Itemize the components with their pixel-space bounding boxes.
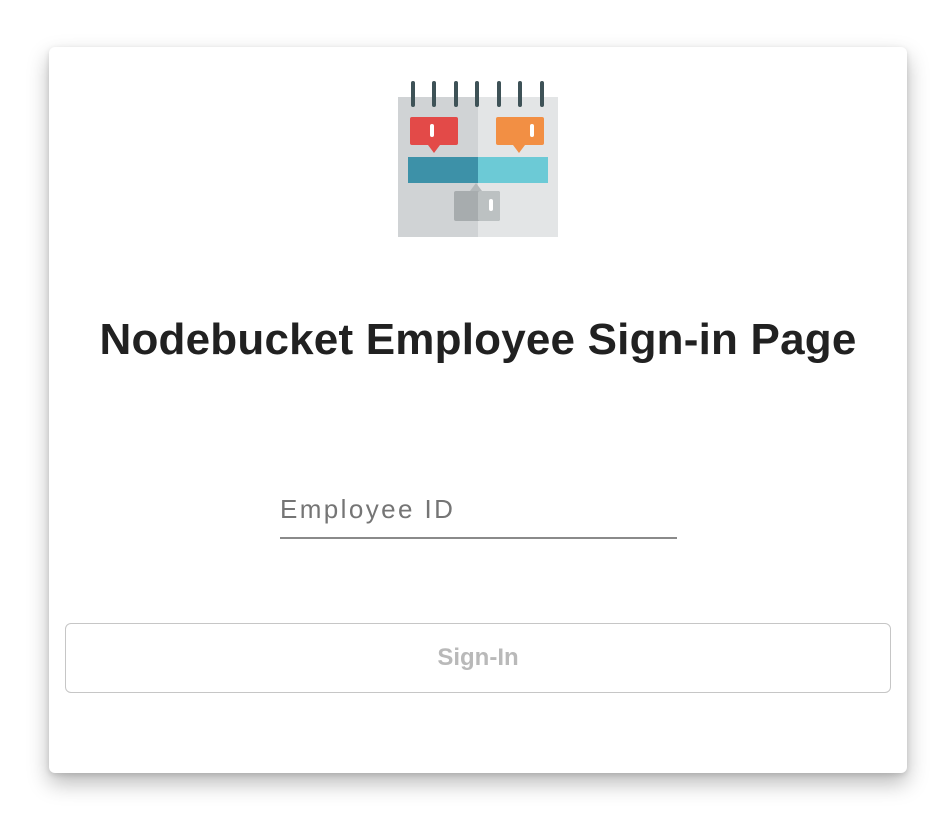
employee-id-field (280, 489, 677, 539)
page-title: Nodebucket Employee Sign-in Page (99, 315, 857, 364)
employee-id-input[interactable] (280, 489, 677, 529)
calendar-icon (398, 81, 558, 237)
signin-button[interactable]: Sign-In (65, 623, 891, 693)
employee-id-underline (280, 537, 677, 539)
signin-card: Nodebucket Employee Sign-in Page Sign-In (49, 47, 907, 773)
